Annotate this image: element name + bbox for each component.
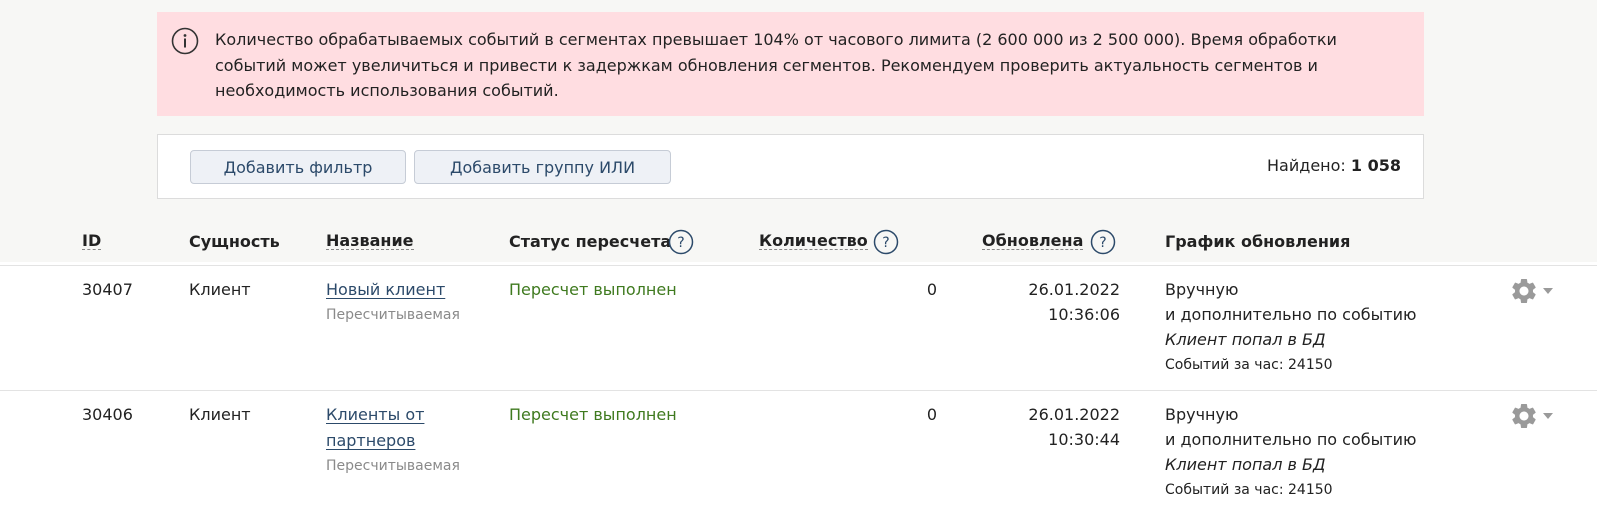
row-count: 0 [926, 405, 937, 424]
count-help-icon[interactable]: ? [873, 229, 899, 255]
chevron-down-icon [1543, 288, 1553, 294]
svg-text:?: ? [882, 235, 889, 251]
row-status: Пересчет выполнен [509, 280, 677, 299]
row-type: Пересчитываемая [326, 307, 460, 323]
filter-bar: Добавить фильтр Добавить группу ИЛИ Найд… [157, 134, 1424, 199]
header-id[interactable]: ID [82, 232, 102, 250]
row-name-link[interactable]: Новый клиент [326, 277, 445, 303]
found-label: Найдено: [1267, 156, 1346, 175]
row-time: 10:30:44 [1048, 430, 1120, 449]
row-schedule-event: Клиент попал в БД [1165, 330, 1326, 349]
row-events-per-hour: Событий за час: 24150 [1165, 482, 1333, 498]
row-type: Пересчитываемая [326, 458, 460, 474]
chevron-down-icon [1543, 413, 1553, 419]
row-date: 26.01.2022 [1028, 280, 1120, 299]
updated-help-icon[interactable]: ? [1090, 229, 1116, 255]
row-count: 0 [926, 280, 937, 299]
row-date: 26.01.2022 [1028, 405, 1120, 424]
header-schedule: График обновления [1165, 232, 1351, 251]
row-schedule-extra: и дополнительно по событию [1165, 305, 1417, 324]
row-actions-menu[interactable] [1509, 401, 1553, 431]
found-count: Найдено: 1 058 [1267, 156, 1401, 175]
row-divider [0, 390, 1597, 391]
header-divider [0, 265, 1597, 266]
info-icon [171, 27, 199, 55]
row-name-link[interactable]: Клиенты от [326, 402, 424, 428]
row-entity: Клиент [189, 280, 251, 299]
alert-text: Количество обрабатываемых событий в сегм… [215, 30, 1337, 100]
row-events-per-hour: Событий за час: 24150 [1165, 357, 1333, 373]
row-status: Пересчет выполнен [509, 405, 677, 424]
svg-text:?: ? [1099, 235, 1106, 251]
header-status: Статус пересчета [509, 232, 672, 251]
gear-icon [1512, 279, 1536, 303]
add-filter-button[interactable]: Добавить фильтр [190, 150, 406, 184]
gear-icon [1512, 404, 1536, 428]
row-schedule-mode: Вручную [1165, 280, 1239, 299]
limit-alert: Количество обрабатываемых событий в сегм… [157, 12, 1424, 116]
row-id: 30406 [82, 405, 133, 424]
header-updated[interactable]: Обновлена [982, 232, 1084, 250]
found-value: 1 058 [1350, 156, 1401, 175]
row-time: 10:36:06 [1048, 305, 1120, 324]
row-schedule-extra: и дополнительно по событию [1165, 430, 1417, 449]
row-id: 30407 [82, 280, 133, 299]
svg-text:?: ? [677, 235, 684, 251]
row-actions-menu[interactable] [1509, 276, 1553, 306]
row-name-link-line2[interactable]: партнеров [326, 428, 415, 454]
row-entity: Клиент [189, 405, 251, 424]
header-count[interactable]: Количество [759, 232, 868, 250]
header-name[interactable]: Название [326, 232, 414, 250]
status-help-icon[interactable]: ? [668, 229, 694, 255]
add-or-group-button[interactable]: Добавить группу ИЛИ [414, 150, 671, 184]
header-entity: Сущность [189, 232, 280, 251]
row-schedule-mode: Вручную [1165, 405, 1239, 424]
row-schedule-event: Клиент попал в БД [1165, 455, 1326, 474]
